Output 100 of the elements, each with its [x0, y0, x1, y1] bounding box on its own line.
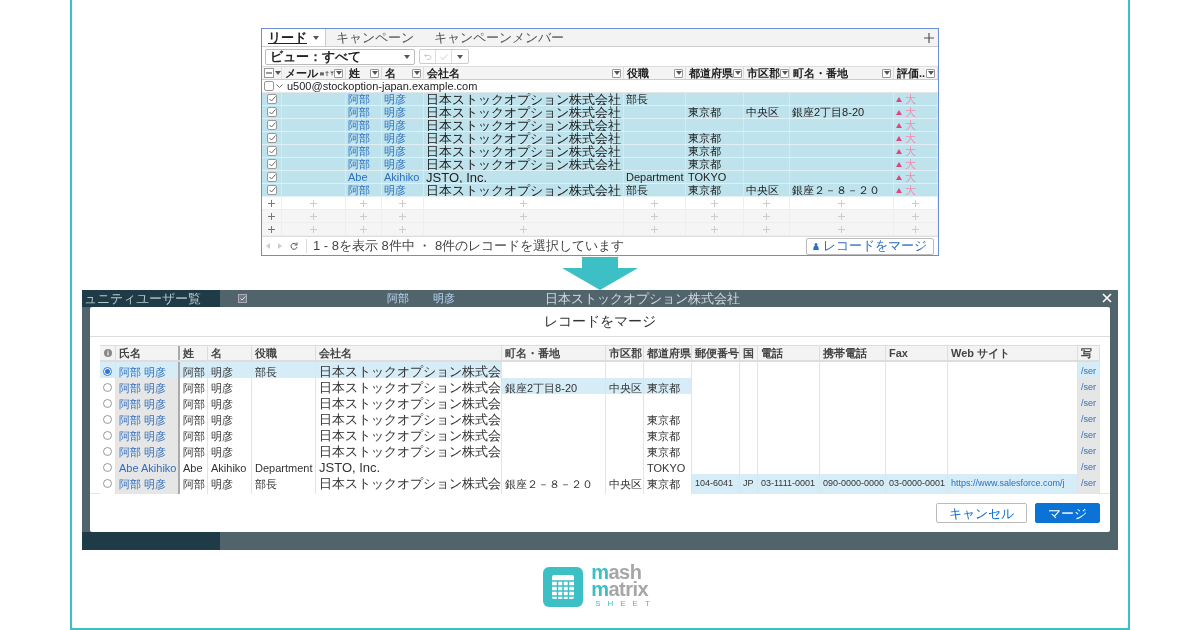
- table-row[interactable]: 阿部 明彦 日本ストックオプション株式会社 部長 東京都 中央区 銀座２－８－２０ 大: [262, 184, 938, 197]
- radio-button[interactable]: [103, 399, 112, 409]
- filter-button[interactable]: [780, 68, 789, 78]
- column-header: 会社名: [319, 346, 352, 360]
- table-cell: Abe: [348, 171, 368, 183]
- logo-word: matrix: [591, 581, 650, 598]
- filter-button[interactable]: [612, 68, 621, 78]
- flag-icon: [896, 96, 902, 102]
- table-cell[interactable]: 104-6041: [692, 474, 740, 494]
- plus-icon[interactable]: [268, 225, 275, 233]
- merge-button[interactable]: マージ: [1035, 503, 1100, 523]
- table-cell: 明彦: [384, 158, 406, 170]
- table-cell: 中央区: [746, 184, 779, 196]
- chevron-icon[interactable]: [276, 83, 283, 89]
- checkbox[interactable]: [267, 185, 277, 195]
- table-cell[interactable]: 日本ストックオプション株式会: [316, 474, 502, 494]
- table-row[interactable]: 阿部 明彦 日本ストックオプション株式会社 東京都 大: [262, 158, 938, 171]
- checkbox[interactable]: [267, 107, 277, 117]
- checkbox[interactable]: [267, 172, 277, 182]
- table-row[interactable]: 阿部 明彦 日本ストックオプション株式会社 東京都 大: [262, 132, 938, 145]
- tick-icon: [268, 122, 276, 128]
- table-row[interactable]: 阿部 明彦 日本ストックオプション株式会社 東京都 大: [262, 145, 938, 158]
- table-cell[interactable]: 03-0000-0001: [886, 474, 948, 494]
- checkbox[interactable]: [267, 159, 277, 169]
- previous-icon[interactable]: [266, 243, 270, 249]
- spreadsheet-logo-icon: [543, 566, 584, 607]
- person-icon: [813, 242, 819, 250]
- column-header: 都道府県: [647, 346, 691, 360]
- checkbox[interactable]: [264, 81, 274, 91]
- caret-icon: [313, 35, 319, 40]
- add-icon[interactable]: [924, 32, 934, 43]
- rating-text: 大: [905, 93, 916, 105]
- flag-icon: [896, 174, 902, 180]
- refresh-icon[interactable]: [290, 242, 298, 250]
- radio-button[interactable]: [103, 383, 112, 393]
- radio-button[interactable]: [103, 367, 112, 377]
- table-cell[interactable]: 03-1111-0001: [758, 474, 820, 494]
- table-cell: 日本ストックオプション株式会社: [426, 145, 621, 157]
- tab[interactable]: キャンペーンメンバー: [424, 29, 574, 46]
- table-cell: 東京都: [688, 132, 721, 144]
- caret-icon: [781, 71, 788, 75]
- rating-text: 大: [905, 106, 916, 118]
- table-cell[interactable]: 090-0000-0000: [820, 474, 886, 494]
- column-header: メール: [285, 67, 318, 79]
- checkbox[interactable]: [267, 146, 277, 156]
- rating-text: 大: [905, 171, 916, 183]
- rating-text: 大: [905, 145, 916, 157]
- table-row[interactable]: 阿部 明彦 日本ストックオプション株式会社 東京都 中央区 銀座2丁目8-20 大: [262, 106, 938, 119]
- view-select[interactable]: ビュー：すべて: [265, 48, 415, 65]
- rating-text: 大: [905, 132, 916, 144]
- table-cell: 中央区: [746, 106, 779, 118]
- filter-button[interactable]: [412, 68, 421, 78]
- table-row[interactable]: 阿部 明彦 日本ストックオプション株式会社 大: [262, 119, 938, 132]
- column-header: 役職: [627, 67, 649, 79]
- table-cell: 東京都: [688, 106, 721, 118]
- table-row[interactable]: 阿部 明彦 日本ストックオプション株式会社 部長 大: [262, 93, 938, 106]
- column-header: 名: [385, 67, 396, 79]
- select-all-checkbox[interactable]: [264, 68, 274, 78]
- caret-icon: [613, 71, 620, 75]
- flag-icon: [896, 109, 902, 115]
- radio-button[interactable]: [103, 415, 112, 425]
- rating-text: 大: [905, 119, 916, 131]
- plus-icon[interactable]: [268, 212, 275, 220]
- caret-icon: [734, 71, 741, 75]
- table-cell: 阿部: [348, 93, 370, 105]
- filter-button[interactable]: [926, 68, 935, 78]
- down-arrow-icon: [562, 257, 638, 290]
- cancel-button[interactable]: キャンセル: [936, 503, 1027, 523]
- tick-icon: [268, 161, 276, 167]
- logo-tagline: SHEET: [594, 598, 657, 609]
- table-cell: JSTO, Inc.: [426, 171, 488, 183]
- table-cell: Department: [626, 171, 684, 183]
- filter-button[interactable]: [334, 68, 343, 78]
- column-header: 会社名: [427, 67, 460, 79]
- table-row[interactable]: Abe Akihiko JSTO, Inc. Department TOKYO 大: [262, 171, 938, 184]
- filter-button[interactable]: [370, 68, 379, 78]
- radio-button[interactable]: [103, 447, 112, 457]
- radio-button[interactable]: [103, 431, 112, 441]
- merge-records-button[interactable]: レコードをマージ: [806, 237, 934, 255]
- table-cell: 銀座２－８－２０: [792, 184, 880, 196]
- checkbox[interactable]: [267, 133, 277, 143]
- filter-button[interactable]: [733, 68, 742, 78]
- filter-button[interactable]: [674, 68, 683, 78]
- close-icon[interactable]: [1102, 293, 1112, 303]
- checkbox[interactable]: [267, 94, 277, 104]
- checkbox[interactable]: [267, 120, 277, 130]
- table-cell[interactable]: https://www.salesforce.com/j: [948, 474, 1078, 494]
- filter-button[interactable]: [882, 68, 891, 78]
- column-header: 町名・番地: [505, 346, 560, 360]
- radio-button[interactable]: [103, 463, 112, 473]
- column-header: 写: [1081, 346, 1092, 360]
- next-icon[interactable]: [278, 243, 282, 249]
- plus-icon[interactable]: [268, 199, 275, 207]
- sidebar-item[interactable]: ュニティユーザー覧: [84, 288, 201, 309]
- flag-icon: [896, 135, 902, 141]
- tab[interactable]: キャンペーン: [326, 29, 424, 46]
- column-header: 姓: [349, 67, 360, 79]
- table-cell[interactable]: JP: [740, 474, 758, 494]
- column-header: 郵便番号: [695, 346, 739, 360]
- radio-button[interactable]: [103, 479, 112, 489]
